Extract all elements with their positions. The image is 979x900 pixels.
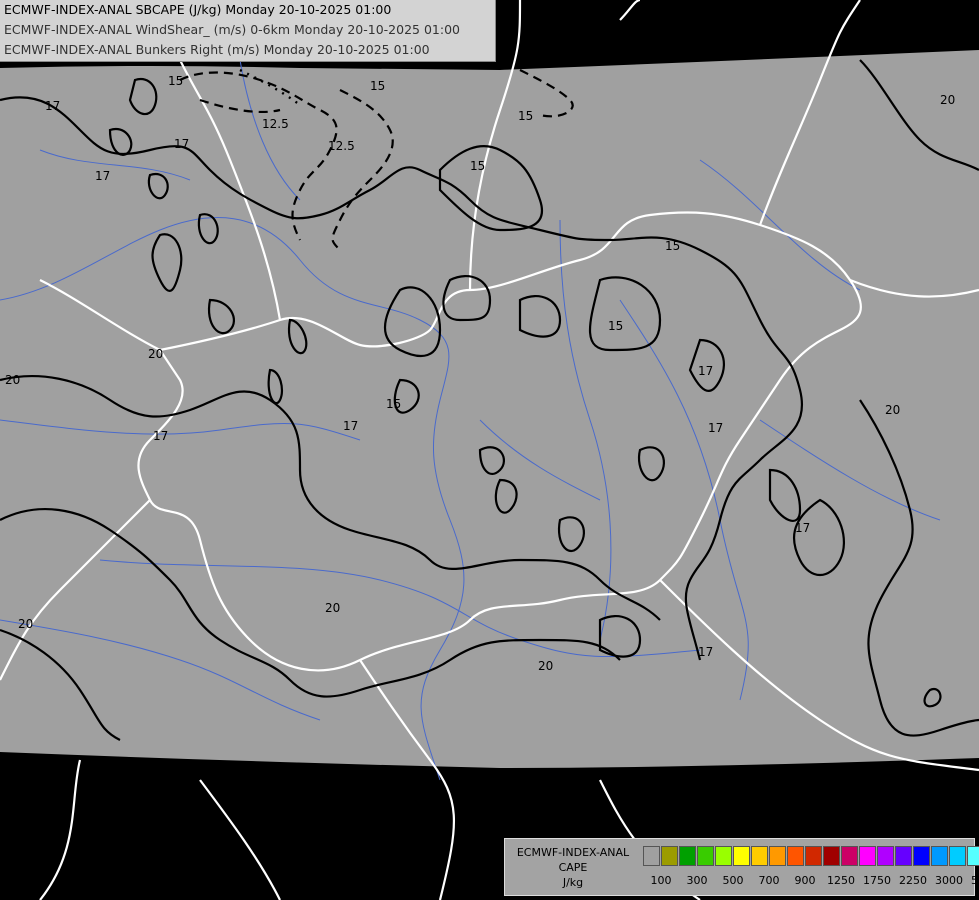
legend-swatch — [715, 846, 732, 866]
legend-tick-label: 2250 — [899, 874, 927, 887]
title-line-bunkers: ECMWF-INDEX-ANAL Bunkers Right (m/s) Mon… — [4, 42, 430, 57]
contour-label: 20 — [148, 347, 163, 361]
contour-label: 17 — [795, 521, 810, 535]
contour-label: 15 — [518, 109, 533, 123]
contour-label: 20 — [325, 601, 340, 615]
legend-tick-labels: 100 300 500 700 900 1250 1750 2250 3000 5000 — [639, 874, 979, 890]
legend-tick-label: 300 — [686, 874, 708, 887]
contour-label: 17 — [343, 419, 358, 433]
weather-map: 15 12.5 17 12.5 15 15 15 17 17 20 15 15 … — [0, 0, 979, 900]
map-title-box: ECMWF-INDEX-ANAL SBCAPE (J/kg) Monday 20… — [0, 0, 496, 62]
legend-swatch — [967, 846, 979, 866]
legend-swatch — [931, 846, 948, 866]
legend-tick-label: 500 — [722, 874, 744, 887]
legend-tick-label: 700 — [758, 874, 780, 887]
legend-swatch — [787, 846, 804, 866]
contour-label: 15 — [470, 159, 485, 173]
legend-swatch — [841, 846, 858, 866]
contour-label: 15 — [370, 79, 385, 93]
title-line-cape: ECMWF-INDEX-ANAL SBCAPE (J/kg) Monday 20… — [4, 2, 392, 17]
legend-swatch — [751, 846, 768, 866]
legend-swatch — [697, 846, 714, 866]
legend-tick-label: 3000 — [935, 874, 963, 887]
legend-swatch — [661, 846, 678, 866]
legend-swatch — [805, 846, 822, 866]
contour-label: 20 — [5, 373, 20, 387]
legend-tick-label: 1250 — [827, 874, 855, 887]
legend-swatch — [895, 846, 912, 866]
contour-label: 20 — [940, 93, 955, 107]
contour-label: 17 — [698, 645, 713, 659]
title-line-windshear: ECMWF-INDEX-ANAL WindShear_ (m/s) 0-6km … — [4, 22, 460, 37]
legend-swatch — [643, 846, 660, 866]
legend-swatch — [733, 846, 750, 866]
legend-swatch — [949, 846, 966, 866]
contour-label: 15 — [386, 397, 401, 411]
contour-label: 17 — [45, 99, 60, 113]
legend-tick-label: 5000 — [971, 874, 979, 887]
contour-label: 12.5 — [262, 117, 289, 131]
contour-label: 20 — [538, 659, 553, 673]
contour-label: 17 — [153, 429, 168, 443]
cape-legend: ECMWF-INDEX-ANAL CAPE J/kg 100 300 500 700 9… — [504, 838, 979, 896]
legend-title-line: CAPE — [558, 861, 588, 874]
legend-tick-label: 1750 — [863, 874, 891, 887]
legend-swatch — [769, 846, 786, 866]
legend-swatch — [679, 846, 696, 866]
legend-tick-label: 900 — [794, 874, 816, 887]
contour-label: 20 — [18, 617, 33, 631]
contour-label: 17 — [698, 364, 713, 378]
legend-swatch — [859, 846, 876, 866]
contour-label: 20 — [885, 403, 900, 417]
contour-label: 17 — [174, 137, 189, 151]
contour-label: 17 — [95, 169, 110, 183]
legend-title-line: ECMWF-INDEX-ANAL — [516, 846, 630, 859]
contour-label: 17 — [708, 421, 723, 435]
legend-swatch — [913, 846, 930, 866]
legend-swatch — [823, 846, 840, 866]
legend-title: ECMWF-INDEX-ANAL CAPE J/kg — [509, 845, 637, 890]
model-domain-area — [0, 50, 979, 768]
legend-color-scale — [643, 846, 979, 866]
contour-label: 15 — [168, 74, 183, 88]
legend-title-line: J/kg — [562, 876, 584, 889]
legend-tick-label: 100 — [650, 874, 672, 887]
contour-label: 15 — [608, 319, 623, 333]
contour-label: 12.5 — [328, 139, 355, 153]
legend-swatch — [877, 846, 894, 866]
contour-label: 15 — [665, 239, 680, 253]
